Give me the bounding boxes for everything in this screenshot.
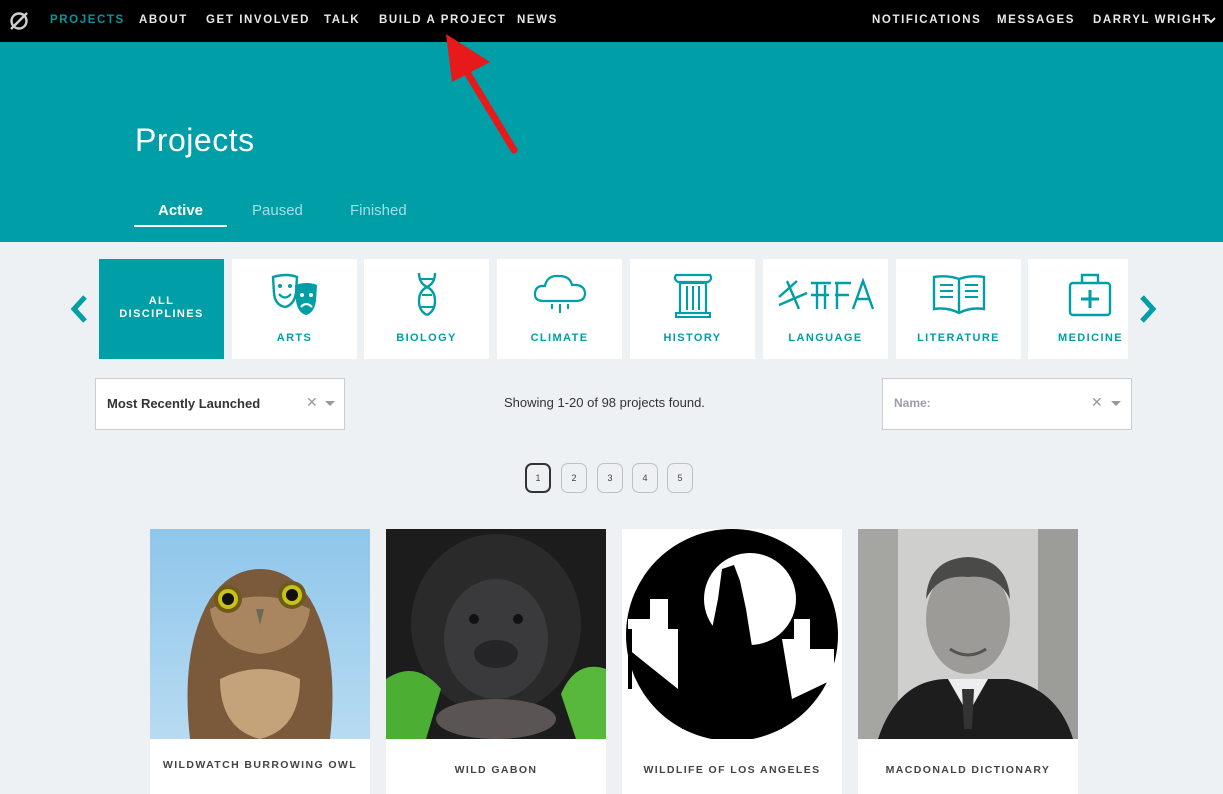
annotation-arrow [446,34,518,154]
discipline-label: HISTORY [663,332,722,344]
open-book-icon [932,275,985,315]
nav-notifications[interactable]: NOTIFICATIONS [872,14,981,26]
project-image-owl [150,529,370,739]
project-image-gorilla [386,529,606,739]
discipline-label: ALL DISCIPLINES [119,295,204,320]
active-tab-underline [134,225,227,227]
discipline-climate[interactable]: CLIMATE [497,259,622,359]
discipline-label: ARTS [276,332,313,344]
first-aid-kit-icon [1068,273,1112,317]
project-card[interactable]: WILDWATCH BURROWING OWL [150,529,370,794]
nav-projects[interactable]: PROJECTS [50,14,125,26]
chevron-down-icon[interactable] [1205,14,1217,26]
nav-talk[interactable]: TALK [324,14,360,26]
nav-news[interactable]: NEWS [517,14,558,26]
discipline-medicine[interactable]: MEDICINE [1028,259,1128,359]
discipline-label: LITERATURE [917,332,1000,344]
discipline-all[interactable]: ALL DISCIPLINES [99,259,224,359]
chevron-right-icon[interactable] [1137,294,1157,324]
sort-value: Most Recently Launched [107,396,261,411]
caret-down-icon [1111,401,1121,406]
clear-icon[interactable]: ✕ [1091,394,1103,411]
discipline-history[interactable]: HISTORY [630,259,755,359]
nav-build-a-project[interactable]: BUILD A PROJECT [379,14,506,26]
page-button[interactable]: 2 [561,463,587,493]
top-nav: PROJECTS ABOUT GET INVOLVED TALK BUILD A… [0,0,1223,42]
dna-icon [417,272,436,317]
page-title: Projects [135,122,255,158]
user-menu[interactable]: DARRYL WRIGHT [1093,14,1211,26]
tab-paused[interactable]: Paused [252,202,303,219]
chevron-left-icon[interactable] [70,294,90,324]
results-count: Showing 1-20 of 98 projects found. [504,395,705,410]
page-button[interactable]: 5 [667,463,693,493]
project-card[interactable]: MACDONALD DICTIONARY [858,529,1078,794]
nav-about[interactable]: ABOUT [139,14,188,26]
language-glyphs-icon [777,277,874,310]
page-button[interactable]: 1 [525,463,551,493]
project-image-coyote-moon [622,529,842,739]
project-image-portrait [858,529,1078,739]
project-title: WILDLIFE OF LOS ANGELES [643,764,821,776]
hero-banner: Projects Active Paused Finished [0,42,1223,242]
nav-get-involved[interactable]: GET INVOLVED [206,14,310,26]
discipline-biology[interactable]: BIOLOGY [364,259,489,359]
project-card[interactable]: WILD GABON [386,529,606,794]
rain-cloud-icon [533,274,586,313]
discipline-label: LANGUAGE [788,332,863,344]
discipline-label: BIOLOGY [396,332,457,344]
page-button[interactable]: 3 [597,463,623,493]
project-card[interactable]: WILDLIFE OF LOS ANGELES [622,529,842,794]
name-filter-placeholder: Name: [894,396,931,410]
project-title: WILD GABON [454,764,538,776]
tab-active[interactable]: Active [158,202,203,219]
zooniverse-logo-icon[interactable] [8,10,30,32]
tab-finished[interactable]: Finished [350,202,407,219]
caret-down-icon [325,401,335,406]
name-filter[interactable]: Name: ✕ [882,378,1132,430]
column-icon [673,273,712,318]
discipline-label: CLIMATE [530,332,589,344]
clear-icon[interactable]: ✕ [306,394,318,411]
theater-masks-icon [271,273,317,315]
discipline-language[interactable]: LANGUAGE [763,259,888,359]
discipline-literature[interactable]: LITERATURE [896,259,1021,359]
project-title: WILDWATCH BURROWING OWL [162,759,358,771]
nav-messages[interactable]: MESSAGES [997,14,1075,26]
discipline-label: MEDICINE [1058,332,1123,344]
project-title: MACDONALD DICTIONARY [885,764,1051,776]
page-button[interactable]: 4 [632,463,658,493]
discipline-arts[interactable]: ARTS [232,259,357,359]
sort-select[interactable]: Most Recently Launched ✕ [95,378,345,430]
